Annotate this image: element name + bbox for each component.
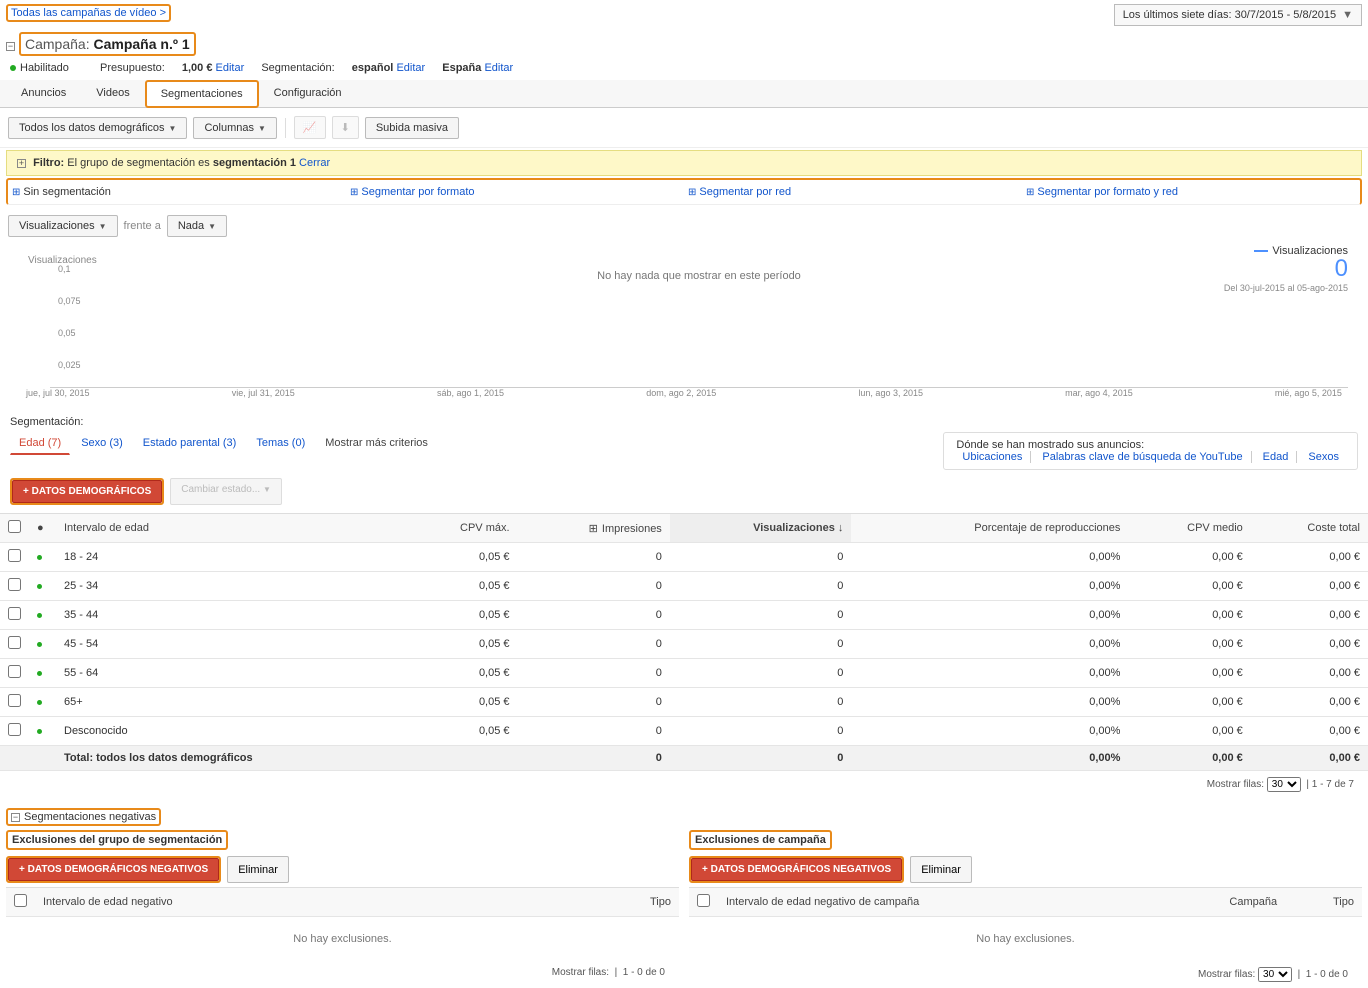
segment-both[interactable]: Segmentar por formato y red <box>1037 186 1178 198</box>
chart-compare-dropdown[interactable]: Nada▼ <box>167 215 227 237</box>
close-filter-link[interactable]: Cerrar <box>299 157 330 169</box>
shown-youtube-keywords[interactable]: Palabras clave de búsqueda de YouTube <box>1042 451 1242 463</box>
shown-sexos[interactable]: Sexos <box>1308 451 1339 463</box>
select-all-neg-group[interactable] <box>14 894 27 907</box>
row-checkbox[interactable] <box>8 694 21 707</box>
status-dot-icon <box>37 555 42 560</box>
row-checkbox[interactable] <box>8 578 21 591</box>
rows-select-neg[interactable]: 30 <box>1258 967 1292 982</box>
tab-configuracion[interactable]: Configuración <box>259 80 357 107</box>
status-dot-icon <box>10 65 16 71</box>
row-checkbox[interactable] <box>8 665 21 678</box>
demographics-table: ● Intervalo de edad CPV máx. ⊞Impresione… <box>0 513 1368 771</box>
status-dot-icon <box>37 584 42 589</box>
table-row[interactable]: 55 - 640,05 €000,00%0,00 €0,00 € <box>0 659 1368 688</box>
criteria-temas[interactable]: Temas (0) <box>247 432 314 455</box>
shown-edad[interactable]: Edad <box>1263 451 1289 463</box>
table-row[interactable]: 45 - 540,05 €000,00%0,00 €0,00 € <box>0 630 1368 659</box>
collapse-icon[interactable]: − <box>6 42 15 51</box>
table-row[interactable]: 35 - 440,05 €000,00%0,00 €0,00 € <box>0 601 1368 630</box>
add-demographics-button[interactable]: + DATOS DEMOGRÁFICOS <box>12 480 162 503</box>
status-dot-icon <box>37 642 42 647</box>
columns-dropdown[interactable]: Columnas▼ <box>193 117 276 139</box>
demographics-dropdown[interactable]: Todos los datos demográficos▼ <box>8 117 187 139</box>
edit-country-link[interactable]: Editar <box>484 62 513 74</box>
no-exclusions-group: No hay exclusiones. <box>6 917 679 961</box>
chart-x-axis: jue, jul 30, 2015vie, jul 31, 2015sáb, a… <box>20 388 1348 398</box>
where-shown-box: Dónde se han mostrado sus anuncios: Ubic… <box>943 432 1358 470</box>
download-icon-button: ⬇ <box>332 116 359 139</box>
campaign-exclusions-title: Exclusiones de campaña <box>689 830 832 850</box>
segment-icon: ⊞ <box>12 187 20 198</box>
criteria-parental[interactable]: Estado parental (3) <box>134 432 246 455</box>
no-exclusions-camp: No hay exclusiones. <box>689 917 1362 961</box>
expand-icon[interactable]: + <box>17 159 26 168</box>
status-dot-icon <box>37 613 42 618</box>
add-neg-demo-group-button[interactable]: + DATOS DEMOGRÁFICOS NEGATIVOS <box>8 858 219 881</box>
change-status-dropdown: Cambiar estado... ▼ <box>170 478 282 505</box>
table-row[interactable]: 18 - 240,05 €000,00%0,00 €0,00 € <box>0 543 1368 572</box>
segment-options-row: ⊞Sin segmentación ⊞Segmentar por formato… <box>6 178 1362 205</box>
chart-metric-dropdown[interactable]: Visualizaciones▼ <box>8 215 118 237</box>
tab-segmentaciones[interactable]: Segmentaciones <box>145 80 259 108</box>
criteria-sexo[interactable]: Sexo (3) <box>72 432 132 455</box>
negative-segments-header[interactable]: −Segmentaciones negativas <box>6 808 161 826</box>
table-row[interactable]: 65+0,05 €000,00%0,00 €0,00 € <box>0 688 1368 717</box>
sort-down-icon: ↓ <box>838 522 844 534</box>
status-dot-icon <box>37 729 42 734</box>
segment-network[interactable]: Segmentar por red <box>699 186 791 198</box>
row-checkbox[interactable] <box>8 636 21 649</box>
vs-label: frente a <box>124 220 161 232</box>
status-dot-icon <box>37 700 42 705</box>
chart-canvas: 0,1 0,075 0,05 0,025 No hay nada que mos… <box>50 258 1348 388</box>
criteria-edad[interactable]: Edad (7) <box>10 432 70 455</box>
delete-camp-button[interactable]: Eliminar <box>910 856 972 883</box>
group-exclusions-title: Exclusiones del grupo de segmentación <box>6 830 228 850</box>
row-checkbox[interactable] <box>8 607 21 620</box>
add-neg-demo-camp-button[interactable]: + DATOS DEMOGRÁFICOS NEGATIVOS <box>691 858 902 881</box>
criteria-more[interactable]: Mostrar más criterios <box>316 432 437 455</box>
chart-icon-button: 📈 <box>294 116 326 139</box>
bulk-upload-button[interactable]: Subida masiva <box>365 117 459 139</box>
breadcrumb[interactable]: Todas las campañas de vídeo > <box>6 4 171 22</box>
segment-icon: ⊞ <box>1026 187 1034 198</box>
campaign-heading: Campaña: Campaña n.º 1 <box>19 32 196 56</box>
table-row[interactable]: Desconocido0,05 €000,00%0,00 €0,00 € <box>0 717 1368 746</box>
edit-budget-link[interactable]: Editar <box>216 62 245 74</box>
campaign-meta: Habilitado Presupuesto: 1,00 € Editar Se… <box>10 62 1358 74</box>
chevron-down-icon: ▼ <box>258 124 266 133</box>
tab-anuncios[interactable]: Anuncios <box>6 80 81 107</box>
select-all-neg-camp[interactable] <box>697 894 710 907</box>
select-all-checkbox[interactable] <box>8 520 21 533</box>
segment-none[interactable]: Sin segmentación <box>23 186 110 198</box>
table-pager: Mostrar filas: 30 | 1 - 7 de 7 <box>0 771 1368 798</box>
shown-ubicaciones[interactable]: Ubicaciones <box>962 451 1022 463</box>
row-checkbox[interactable] <box>8 723 21 736</box>
segment-format[interactable]: Segmentar por formato <box>361 186 474 198</box>
delete-group-button[interactable]: Eliminar <box>227 856 289 883</box>
table-row[interactable]: 25 - 340,05 €000,00%0,00 €0,00 € <box>0 572 1368 601</box>
segmentation-label: Segmentación: <box>10 416 1358 428</box>
status-dot-icon <box>37 671 42 676</box>
row-checkbox[interactable] <box>8 549 21 562</box>
filter-bar: + Filtro: El grupo de segmentación es se… <box>6 150 1362 176</box>
chevron-down-icon: ▼ <box>1342 9 1353 21</box>
rows-select[interactable]: 30 <box>1267 777 1301 792</box>
edit-segmentation-link[interactable]: Editar <box>396 62 425 74</box>
segment-icon: ⊞ <box>688 187 696 198</box>
tab-videos[interactable]: Videos <box>81 80 144 107</box>
segment-icon: ⊞ <box>350 187 358 198</box>
date-range-picker[interactable]: Los últimos siete días: 30/7/2015 - 5/8/… <box>1114 4 1362 26</box>
chevron-down-icon: ▼ <box>169 124 177 133</box>
